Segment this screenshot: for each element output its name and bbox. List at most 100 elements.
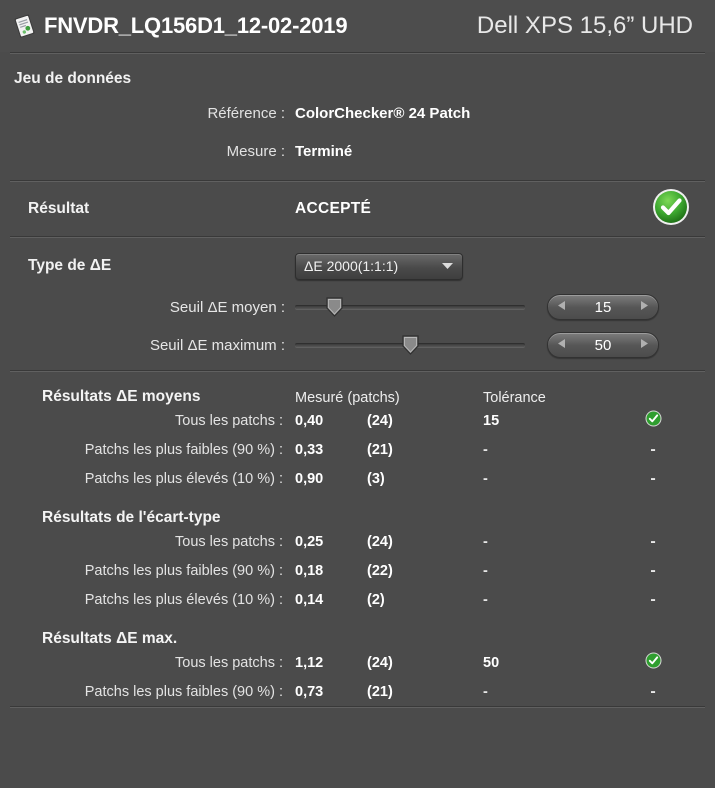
max-threshold-row: Seuil ΔE maximum : 50: [0, 326, 715, 364]
table-row: Patchs les plus faibles (90 %) : 0,18 (22)…: [0, 556, 715, 585]
triangle-left-icon[interactable]: [557, 298, 566, 316]
green-check-circle-icon: [651, 187, 691, 232]
row-status-text: -: [650, 532, 656, 550]
row-status: [623, 410, 683, 432]
results-group: Résultats ΔE max. Tous les patchs : 1,12 (2…: [0, 614, 715, 706]
row-tolerance: -: [483, 562, 488, 579]
row-label: Patchs les plus faibles (90 %) :: [84, 562, 283, 579]
device-name: Dell XPS 15,6” UHD: [476, 12, 693, 39]
mean-threshold-slider[interactable]: [295, 296, 525, 318]
mean-threshold-row: Seuil ΔE moyen : 15: [0, 288, 715, 326]
row-status: -: [623, 683, 683, 701]
results-table-header: Résultats ΔE moyens Mesuré (patchs) Toléra…: [0, 372, 715, 406]
green-check-circle-icon: [645, 652, 662, 674]
max-threshold-value: 50: [594, 336, 612, 354]
row-status: -: [623, 470, 683, 488]
mean-threshold-spinner[interactable]: 15: [547, 294, 659, 320]
results-group: Résultats de l'écart-type Tous les patchs…: [0, 493, 715, 614]
row-measured: 0,33: [295, 441, 324, 458]
dataset-section-title: Jeu de données: [14, 70, 132, 87]
row-label: Tous les patchs :: [175, 654, 283, 671]
green-check-circle-icon: [645, 410, 662, 432]
row-label: Patchs les plus faibles (90 %) :: [84, 441, 283, 458]
row-measured: 0,73: [295, 683, 324, 700]
row-status-text: -: [650, 561, 656, 579]
row-patch-count: (24): [367, 654, 393, 671]
row-patch-count: (2): [367, 591, 385, 608]
reference-label: Référence :: [207, 104, 285, 122]
triangle-right-icon[interactable]: [640, 298, 649, 316]
results-group-title: Résultats ΔE moyens: [42, 388, 201, 405]
dataset-section: Jeu de données Référence : ColorChecker®…: [0, 54, 715, 170]
slider-handle[interactable]: [326, 297, 343, 317]
triangle-right-icon[interactable]: [640, 336, 649, 354]
results-group: Résultats ΔE moyens Mesuré (patchs) Toléra…: [0, 372, 715, 493]
row-status: -: [623, 533, 683, 551]
triangle-left-icon[interactable]: [557, 336, 566, 354]
row-status-text: -: [650, 590, 656, 608]
row-status: -: [623, 562, 683, 580]
table-row: Patchs les plus élevés (10 %) : 0,90 (3) - -: [0, 464, 715, 493]
row-label: Tous les patchs :: [175, 533, 283, 550]
chevron-down-icon[interactable]: [441, 257, 454, 275]
result-section: Résultat ACCEPTÉ: [0, 182, 715, 236]
table-row: Patchs les plus faibles (90 %) : 0,73 (21)…: [0, 677, 715, 706]
results-tables: Résultats ΔE moyens Mesuré (patchs) Toléra…: [0, 372, 715, 706]
row-label: Patchs les plus faibles (90 %) :: [84, 683, 283, 700]
row-status-text: -: [650, 469, 656, 487]
row-measured: 0,40: [295, 412, 324, 429]
row-tolerance: -: [483, 533, 488, 550]
mean-threshold-label: Seuil ΔE moyen :: [169, 298, 285, 316]
column-header-tolerance: Tolérance: [483, 390, 546, 406]
row-status: [623, 652, 683, 674]
delta-e-type-row: Type de ΔE ΔE 2000(1:1:1): [0, 244, 715, 288]
calibration-report-panel: FNVDR_LQ156D1_12-02-2019 Dell XPS 15,6” …: [0, 0, 715, 788]
row-tolerance: -: [483, 441, 488, 458]
delta-e-type-value: ΔE 2000(1:1:1): [304, 258, 399, 274]
measure-value: Terminé: [295, 142, 353, 160]
row-status-text: -: [650, 682, 656, 700]
row-status-text: -: [650, 440, 656, 458]
row-status: -: [623, 591, 683, 609]
row-measured: 0,14: [295, 591, 324, 608]
results-table-header: Résultats ΔE max.: [0, 614, 715, 648]
row-label: Patchs les plus élevés (10 %) :: [84, 591, 283, 608]
measure-label: Mesure :: [226, 142, 285, 160]
row-patch-count: (24): [367, 533, 393, 550]
table-row: Tous les patchs : 0,25 (24) - -: [0, 527, 715, 556]
mean-threshold-value: 15: [594, 298, 612, 316]
row-label: Tous les patchs :: [175, 412, 283, 429]
row-tolerance: 50: [483, 654, 500, 671]
table-row: Tous les patchs : 0,40 (24) 15: [0, 406, 715, 435]
row-tolerance: -: [483, 683, 488, 700]
row-patch-count: (24): [367, 412, 393, 429]
row-status: -: [623, 441, 683, 459]
row-patch-count: (22): [367, 562, 393, 579]
result-label: Résultat: [28, 200, 90, 217]
row-measured: 0,25: [295, 533, 324, 550]
table-row: Patchs les plus faibles (90 %) : 0,33 (21)…: [0, 435, 715, 464]
row-measured: 0,18: [295, 562, 324, 579]
max-threshold-spinner[interactable]: 50: [547, 332, 659, 358]
table-row: Tous les patchs : 1,12 (24) 50: [0, 648, 715, 677]
row-measured: 1,12: [295, 654, 324, 671]
dataset-measure-row: Mesure : Terminé: [14, 132, 701, 170]
row-tolerance: -: [483, 470, 488, 487]
results-table-header: Résultats de l'écart-type: [0, 493, 715, 527]
results-group-title: Résultats ΔE max.: [42, 630, 178, 647]
row-label: Patchs les plus élevés (10 %) :: [84, 470, 283, 487]
max-threshold-slider[interactable]: [295, 334, 525, 356]
divider: [10, 706, 705, 708]
max-threshold-label: Seuil ΔE maximum :: [149, 336, 285, 354]
reference-value: ColorChecker® 24 Patch: [295, 104, 471, 122]
result-verdict: ACCEPTÉ: [295, 200, 372, 217]
delta-e-type-dropdown[interactable]: ΔE 2000(1:1:1): [295, 252, 463, 280]
report-document-icon: [12, 13, 38, 39]
results-group-title: Résultats de l'écart-type: [42, 509, 221, 526]
row-patch-count: (21): [367, 683, 393, 700]
row-tolerance: -: [483, 591, 488, 608]
table-row: Patchs les plus élevés (10 %) : 0,14 (2) - -: [0, 585, 715, 614]
slider-handle[interactable]: [402, 335, 419, 355]
delta-e-type-label: Type de ΔE: [28, 257, 112, 274]
dataset-reference-row: Référence : ColorChecker® 24 Patch: [14, 94, 701, 132]
